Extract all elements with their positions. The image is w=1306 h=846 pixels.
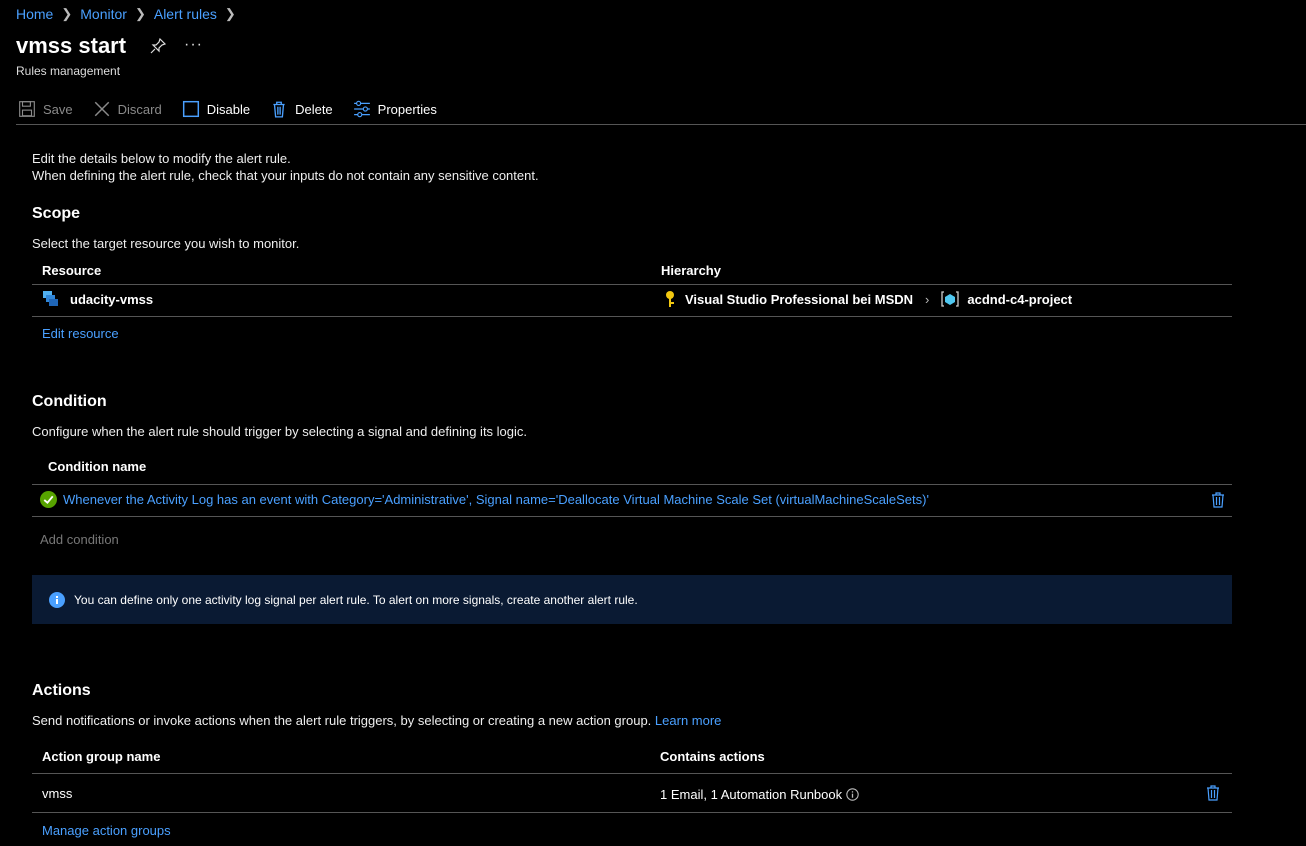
actions-description-text: Send notifications or invoke actions whe… (32, 713, 652, 728)
divider (32, 812, 1232, 813)
condition-link[interactable]: Whenever the Activity Log has an event w… (63, 492, 929, 507)
save-icon (19, 101, 35, 117)
sliders-icon (353, 100, 370, 118)
resource-group-icon (941, 291, 960, 307)
disable-label: Disable (206, 101, 251, 117)
disable-button[interactable]: Disable (180, 97, 252, 121)
divider (32, 516, 1232, 517)
save-label: Save (43, 101, 73, 117)
command-bar: Save Discard Disable Delete Properties (16, 94, 1306, 125)
divider (32, 316, 1232, 317)
close-icon (94, 101, 109, 117)
scope-heading: Scope (32, 205, 81, 222)
actions-col-contains: Contains actions (660, 749, 765, 764)
chevron-right-icon: › (925, 291, 930, 307)
add-condition-button[interactable]: Add condition (40, 532, 119, 547)
vmss-icon (43, 291, 58, 306)
chevron-right-icon: ❯ (134, 6, 146, 21)
breadcrumb-home[interactable]: Home (16, 6, 53, 22)
save-button[interactable]: Save (16, 97, 75, 121)
checkbox-icon (182, 100, 199, 118)
success-check-icon (40, 491, 57, 508)
scope-col-resource: Resource (42, 263, 102, 278)
condition-col-name: Condition name (48, 459, 147, 474)
learn-more-link[interactable]: Learn more (655, 713, 721, 728)
action-group-contains-text: 1 Email, 1 Automation Runbook (660, 787, 843, 802)
condition-row: Whenever the Activity Log has an event w… (40, 491, 929, 508)
info-icon[interactable] (846, 788, 859, 801)
page-title: vmss start (16, 33, 127, 58)
actions-heading: Actions (32, 682, 91, 699)
discard-label: Discard (117, 101, 162, 117)
breadcrumb-alert-rules[interactable]: Alert rules (154, 6, 217, 22)
breadcrumb-monitor[interactable]: Monitor (80, 6, 127, 22)
info-icon (49, 591, 65, 608)
trash-icon (273, 101, 285, 118)
actions-col-name: Action group name (42, 749, 161, 764)
manage-action-groups-link[interactable]: Manage action groups (42, 823, 171, 838)
intro-line-1: Edit the details below to modify the ale… (32, 151, 291, 166)
discard-button[interactable]: Discard (91, 97, 164, 121)
pin-icon[interactable] (150, 37, 168, 56)
edit-resource-link[interactable]: Edit resource (42, 326, 119, 341)
scope-col-hierarchy: Hierarchy (661, 263, 721, 278)
actions-description: Send notifications or invoke actions whe… (32, 713, 721, 728)
condition-description: Configure when the alert rule should tri… (32, 424, 528, 439)
divider (32, 773, 1232, 774)
breadcrumb: Home ❯ Monitor ❯ Alert rules ❯ (16, 6, 244, 22)
scope-resource-cell: udacity-vmss (42, 290, 153, 308)
scope-hierarchy-cell: Visual Studio Professional bei MSDN › ac… (663, 290, 1072, 308)
hierarchy-subscription: Visual Studio Professional bei MSDN (685, 291, 914, 307)
condition-heading: Condition (32, 393, 107, 410)
info-banner: You can define only one activity log sig… (32, 575, 1232, 624)
more-options-icon[interactable]: ··· (184, 36, 203, 54)
properties-button[interactable]: Properties (351, 97, 439, 121)
intro-text: Edit the details below to modify the ale… (32, 150, 539, 184)
scope-description: Select the target resource you wish to m… (32, 236, 300, 251)
action-group-name: vmss (42, 786, 73, 801)
key-icon (666, 291, 674, 307)
intro-line-2: When defining the alert rule, check that… (32, 168, 539, 183)
delete-label: Delete (295, 101, 333, 117)
delete-button[interactable]: Delete (268, 97, 335, 121)
trash-icon (1212, 492, 1224, 508)
hierarchy-resource-group: acdnd-c4-project (967, 291, 1073, 307)
info-banner-text: You can define only one activity log sig… (74, 592, 638, 607)
scope-resource-name: udacity-vmss (70, 291, 154, 307)
trash-icon (1207, 785, 1219, 801)
divider (32, 484, 1232, 485)
chevron-right-icon: ❯ (61, 6, 73, 21)
action-group-contains: 1 Email, 1 Automation Runbook (660, 787, 859, 802)
properties-label: Properties (377, 101, 437, 117)
chevron-right-icon: ❯ (224, 6, 236, 21)
page-subtitle: Rules management (16, 64, 121, 78)
delete-action-group-button[interactable] (1206, 785, 1220, 804)
delete-condition-button[interactable] (1211, 492, 1225, 511)
divider (32, 284, 1232, 285)
